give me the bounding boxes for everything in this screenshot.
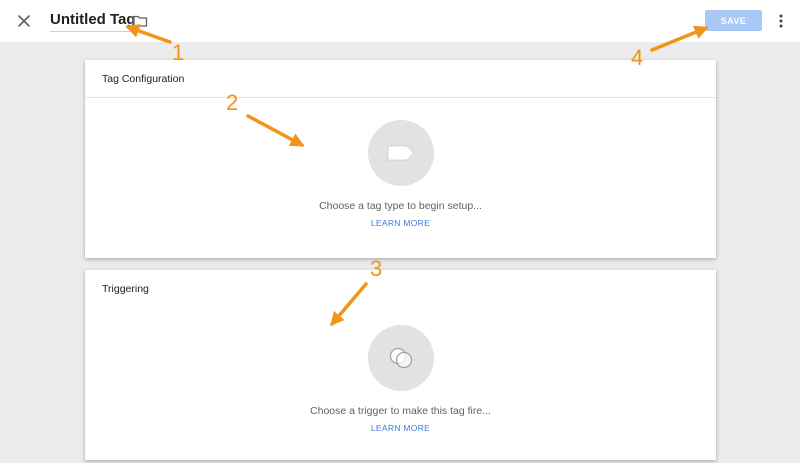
close-icon [18,15,30,27]
folder-button[interactable] [132,13,148,29]
tag-learn-more: LEARN MORE [85,218,716,228]
choose-tag-type-button[interactable] [368,120,434,186]
annotation-number-3: 3 [370,256,383,281]
triggering-card[interactable]: Triggering Choose a trigger to make this… [85,270,716,460]
tag-configuration-card[interactable]: Tag Configuration Choose a tag type to b… [85,60,716,258]
save-button[interactable]: SAVE [705,10,762,31]
more-options-button[interactable] [772,12,790,30]
choose-trigger-button[interactable] [368,325,434,391]
page-title: Untitled Tag [50,11,136,28]
tag-type-hint: Choose a tag type to begin setup... [319,200,482,212]
tag-name-field[interactable]: Untitled Tag [50,10,140,32]
trigger-hint: Choose a trigger to make this tag fire..… [310,405,491,417]
tag-learn-more-link[interactable]: LEARN MORE [371,218,430,228]
annotation-number-2: 2 [226,90,239,115]
close-button[interactable] [14,11,34,31]
trigger-learn-more: LEARN MORE [85,423,716,433]
trigger-learn-more-link[interactable]: LEARN MORE [371,423,430,433]
folder-icon [132,15,148,27]
annotation-number-1: 1 [172,40,185,65]
tag-configuration-heading: Tag Configuration [85,60,716,98]
triggering-heading: Triggering [102,283,149,295]
tag-icon [387,145,415,161]
top-bar: Untitled Tag SAVE [0,0,800,42]
annotation-number-4: 4 [631,45,644,70]
more-vert-icon [779,14,783,28]
trigger-rings-icon [389,347,413,369]
